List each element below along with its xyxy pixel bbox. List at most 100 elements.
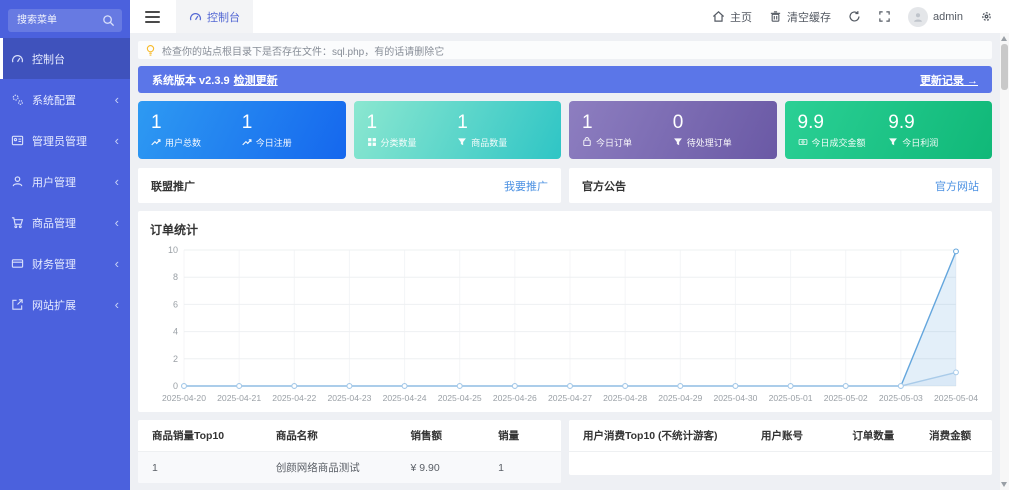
chevron-left-icon: ‹ xyxy=(114,256,119,271)
sidebar-item-label: 用户管理 xyxy=(32,176,76,189)
sidebar-nav: 控制台 系统配置 ‹ 管理员管理 ‹ 用户管理 ‹ 商品管理 ‹ 财务管理 ‹ … xyxy=(0,38,130,325)
col-header: 用户账号 xyxy=(747,420,839,452)
money-icon xyxy=(798,137,808,147)
chevron-left-icon: ‹ xyxy=(114,92,119,107)
svg-text:2025-04-26: 2025-04-26 xyxy=(493,393,537,403)
topbar: 控制台 主页 清空缓存 admin xyxy=(130,0,1009,33)
user-menu[interactable]: admin xyxy=(908,6,963,27)
sidebar-item-label: 管理员管理 xyxy=(32,135,87,148)
panel-title: 联盟推广 xyxy=(151,180,195,193)
gear-icon[interactable] xyxy=(980,10,993,23)
sidebar-item-finance-management[interactable]: 财务管理 ‹ xyxy=(0,243,130,284)
update-records-link[interactable]: 更新记录 → xyxy=(920,72,978,88)
sidebar-item-site-extension[interactable]: 网站扩展 ‹ xyxy=(0,284,130,325)
official-site-link[interactable]: 官方网站 xyxy=(935,178,979,194)
scroll-down-button[interactable] xyxy=(1001,482,1007,487)
table-row[interactable]: 1 创颜网络商品测试 ¥ 9.90 1 xyxy=(138,451,561,483)
check-update-link[interactable]: 检测更新 xyxy=(234,72,278,88)
alert-text: 检查你的站点根目录下是否存在文件：sql.php，有的话请删除它 xyxy=(162,46,445,58)
scrollbar-thumb[interactable] xyxy=(1001,44,1008,90)
svg-text:2025-04-29: 2025-04-29 xyxy=(658,393,702,403)
col-header: 销售额 xyxy=(396,420,485,452)
stat-card-catalog: 1 分类数量 1 商品数量 xyxy=(353,101,561,159)
svg-text:2025-05-02: 2025-05-02 xyxy=(824,393,868,403)
top-products-table: 商品销量Top10 商品名称 销售额 销量 1 创颜网络商品测试 ¥ 9.90 … xyxy=(138,420,561,483)
security-alert: 检查你的站点根目录下是否存在文件：sql.php，有的话请删除它 xyxy=(138,41,992,59)
svg-text:2025-04-23: 2025-04-23 xyxy=(327,393,371,403)
cell-sales-count: 1 xyxy=(484,451,561,483)
svg-text:2025-05-01: 2025-05-01 xyxy=(769,393,813,403)
user-icon xyxy=(11,175,24,188)
svg-text:2025-04-25: 2025-04-25 xyxy=(438,393,482,403)
top-products-panel: 商品销量Top10 商品名称 销售额 销量 1 创颜网络商品测试 ¥ 9.90 … xyxy=(138,420,561,483)
wallet-icon xyxy=(11,257,24,270)
home-label: 主页 xyxy=(730,11,753,24)
avatar xyxy=(908,6,929,27)
topbar-actions: 主页 清空缓存 admin xyxy=(712,6,1009,27)
trash-icon xyxy=(769,10,782,23)
sidebar-item-label: 商品管理 xyxy=(32,217,76,230)
svg-text:2025-04-30: 2025-04-30 xyxy=(713,393,757,403)
order-icon xyxy=(582,137,592,147)
table-header-row: 用户消费Top10 (不统计游客) 用户账号 订单数量 消费金额 xyxy=(569,420,992,452)
stat-label: 今日成交金额 xyxy=(811,137,866,148)
cart-icon xyxy=(11,216,24,229)
sidebar-item-product-management[interactable]: 商品管理 ‹ xyxy=(0,202,130,243)
app-root: 控制台 系统配置 ‹ 管理员管理 ‹ 用户管理 ‹ 商品管理 ‹ xyxy=(0,0,1009,490)
svg-text:2025-04-20: 2025-04-20 xyxy=(162,393,206,403)
home-link[interactable]: 主页 xyxy=(712,9,752,25)
funnel-icon xyxy=(888,137,898,147)
cell-sales-amount: ¥ 9.90 xyxy=(396,451,485,483)
svg-text:0: 0 xyxy=(173,381,178,391)
version-banner: 系统版本 v2.3.9 检测更新 更新记录 → xyxy=(138,66,992,93)
chevron-left-icon: ‹ xyxy=(114,215,119,230)
search-input[interactable] xyxy=(15,14,102,27)
sidebar-item-system-config[interactable]: 系统配置 ‹ xyxy=(0,79,130,120)
svg-text:6: 6 xyxy=(173,299,178,309)
refresh-icon[interactable] xyxy=(848,10,861,23)
main-content: 检查你的站点根目录下是否存在文件：sql.php，有的话请删除它 系统版本 v2… xyxy=(130,33,1000,490)
dashboard-icon xyxy=(189,10,202,23)
tab-dashboard[interactable]: 控制台 xyxy=(176,0,253,33)
svg-text:4: 4 xyxy=(173,327,178,337)
stat-label: 分类数量 xyxy=(380,137,417,148)
clear-cache-label: 清空缓存 xyxy=(787,11,832,24)
top-users-table: 用户消费Top10 (不统计游客) 用户账号 订单数量 消费金额 xyxy=(569,420,992,452)
stat-value: 1 xyxy=(366,111,378,133)
sidebar-item-user-management[interactable]: 用户管理 ‹ xyxy=(0,161,130,202)
sidebar-item-label: 控制台 xyxy=(32,53,65,66)
clear-cache-link[interactable]: 清空缓存 xyxy=(769,9,831,25)
sidebar-item-label: 网站扩展 xyxy=(32,299,76,312)
sidebar-item-dashboard[interactable]: 控制台 xyxy=(0,38,130,79)
col-header: 消费金额 xyxy=(915,420,992,452)
svg-text:2025-04-24: 2025-04-24 xyxy=(383,393,427,403)
trend-up-icon xyxy=(242,137,252,147)
trend-up-icon xyxy=(151,137,161,147)
scroll-up-button[interactable] xyxy=(1001,36,1007,41)
stat-value: 1 xyxy=(457,111,468,133)
menu-toggle-icon[interactable] xyxy=(145,8,160,26)
stat-value: 9.9 xyxy=(797,111,824,133)
col-header: 订单数量 xyxy=(838,420,916,452)
sidebar-item-label: 系统配置 xyxy=(32,94,76,107)
stat-value: 1 xyxy=(151,111,162,133)
sidebar-item-admin-management[interactable]: 管理员管理 ‹ xyxy=(0,120,130,161)
summary-tables: 商品销量Top10 商品名称 销售额 销量 1 创颜网络商品测试 ¥ 9.90 … xyxy=(138,420,992,483)
search-icon xyxy=(102,14,115,27)
order-stats-chart: 0 2 4 6 8 10 2025-04-20 2025-04-21 2025-04-22 202… xyxy=(162,245,978,403)
sidebar-search[interactable] xyxy=(8,9,122,32)
chart-title: 订单统计 xyxy=(150,223,199,237)
admin-badge-icon xyxy=(11,134,24,147)
svg-text:2025-04-28: 2025-04-28 xyxy=(603,393,647,403)
vertical-scrollbar[interactable] xyxy=(1000,33,1009,490)
svg-text:8: 8 xyxy=(173,272,178,282)
fullscreen-icon[interactable] xyxy=(878,10,891,23)
announcement-panel: 官方公告 官方网站 xyxy=(569,168,992,203)
col-header: 商品销量Top10 xyxy=(138,420,262,452)
stat-label: 今日利润 xyxy=(902,137,939,148)
stat-value: 1 xyxy=(582,111,593,133)
affiliate-link[interactable]: 我要推广 xyxy=(504,178,548,194)
cell-product-name: 创颜网络商品测试 xyxy=(261,451,397,483)
stat-value: 9.9 xyxy=(888,111,915,133)
bulb-icon xyxy=(145,44,156,57)
